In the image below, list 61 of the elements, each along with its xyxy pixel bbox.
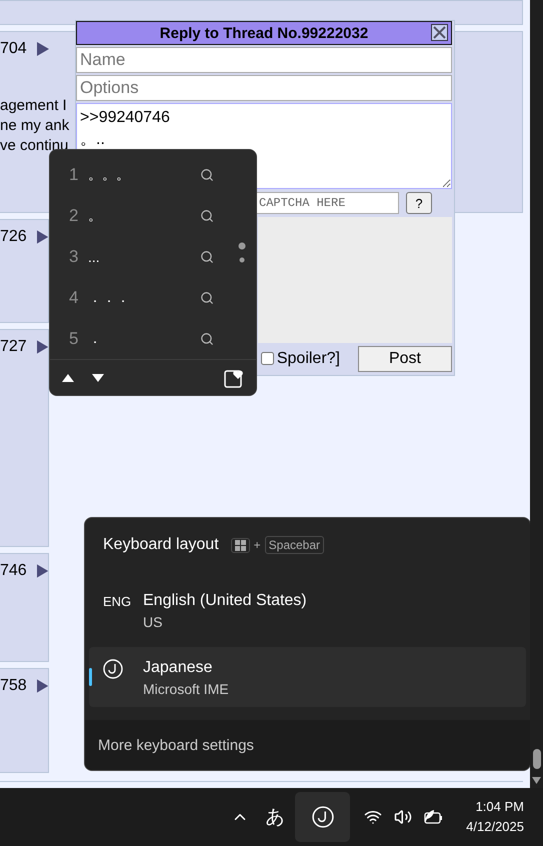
favorite-icon[interactable]: [224, 368, 244, 388]
caret-icon[interactable]: [36, 679, 48, 693]
spoiler-checkbox[interactable]: [260, 352, 274, 365]
post-button[interactable]: Post: [358, 346, 452, 372]
caret-icon[interactable]: [36, 564, 48, 578]
candidate-number: 3: [69, 246, 80, 266]
layout-name: English (United States): [143, 592, 307, 610]
arrow-down-icon[interactable]: [92, 374, 104, 382]
ime-icon: [312, 806, 334, 828]
flyout-title: Keyboard layout: [103, 536, 219, 554]
scrollbar-thumb[interactable]: [532, 749, 540, 769]
candidate-number: 4: [69, 288, 80, 308]
captcha-field[interactable]: CAPTCHA HERE: [256, 192, 399, 214]
name-field[interactable]: Name: [76, 47, 452, 73]
volume-icon[interactable]: [394, 808, 412, 826]
post-number[interactable]: 727: [0, 338, 27, 356]
layout-option[interactable]: Japanese Microsoft IME: [89, 647, 526, 707]
help-button[interactable]: ?: [406, 192, 432, 214]
post-number[interactable]: 758: [0, 677, 27, 695]
post-text: agement I: [0, 96, 68, 116]
search-icon[interactable]: [200, 250, 214, 264]
arrow-up-icon[interactable]: [62, 374, 74, 382]
windows-key-icon: [230, 538, 250, 552]
shortcut-key: Spacebar: [264, 536, 324, 554]
search-icon[interactable]: [200, 208, 214, 222]
post-number[interactable]: 704: [0, 40, 27, 58]
candidate-text[interactable]: 。: [88, 206, 200, 224]
caret-icon[interactable]: [36, 42, 49, 56]
close-icon[interactable]: [431, 24, 448, 41]
clock-time[interactable]: 1:04 PM: [476, 797, 524, 817]
search-icon[interactable]: [200, 168, 214, 182]
input-mode-indicator[interactable]: あ: [255, 804, 296, 830]
candidate-text[interactable]: 。。。: [88, 166, 200, 184]
search-icon[interactable]: [200, 290, 214, 304]
options-field[interactable]: Options: [76, 75, 452, 101]
post-number[interactable]: 746: [0, 562, 27, 580]
candidate-number: 2: [69, 206, 80, 226]
ime-icon: [103, 659, 123, 679]
post-number[interactable]: 726: [0, 228, 27, 246]
settings-link[interactable]: More keyboard settings: [98, 736, 254, 754]
spoiler-label: Spoiler?]: [276, 350, 340, 368]
post-text: ve continu: [0, 136, 70, 156]
scroll-down-icon[interactable]: [532, 777, 541, 784]
form-title: Reply to Thread No.99222032: [160, 24, 368, 42]
clock-date[interactable]: 4/12/2025: [466, 817, 524, 837]
post-text: ne my ank: [0, 116, 70, 136]
layout-option[interactable]: ENG English (United States) US: [89, 580, 526, 640]
candidate-text[interactable]: ．．．: [88, 288, 200, 306]
language-tag: ENG: [103, 592, 133, 609]
layout-name: Japanese: [143, 659, 214, 677]
search-icon[interactable]: [200, 332, 214, 346]
candidate-text[interactable]: ...: [88, 248, 200, 264]
ime-button[interactable]: [295, 792, 350, 842]
shortcut-plus: +: [254, 538, 261, 552]
candidate-text[interactable]: ．: [88, 330, 200, 348]
layout-detail: Microsoft IME: [143, 681, 229, 697]
battery-icon[interactable]: [422, 809, 444, 825]
wifi-icon[interactable]: [364, 808, 382, 826]
candidate-number: 5: [69, 328, 80, 348]
layout-detail: US: [143, 614, 164, 630]
page-dots-icon: [238, 242, 246, 264]
